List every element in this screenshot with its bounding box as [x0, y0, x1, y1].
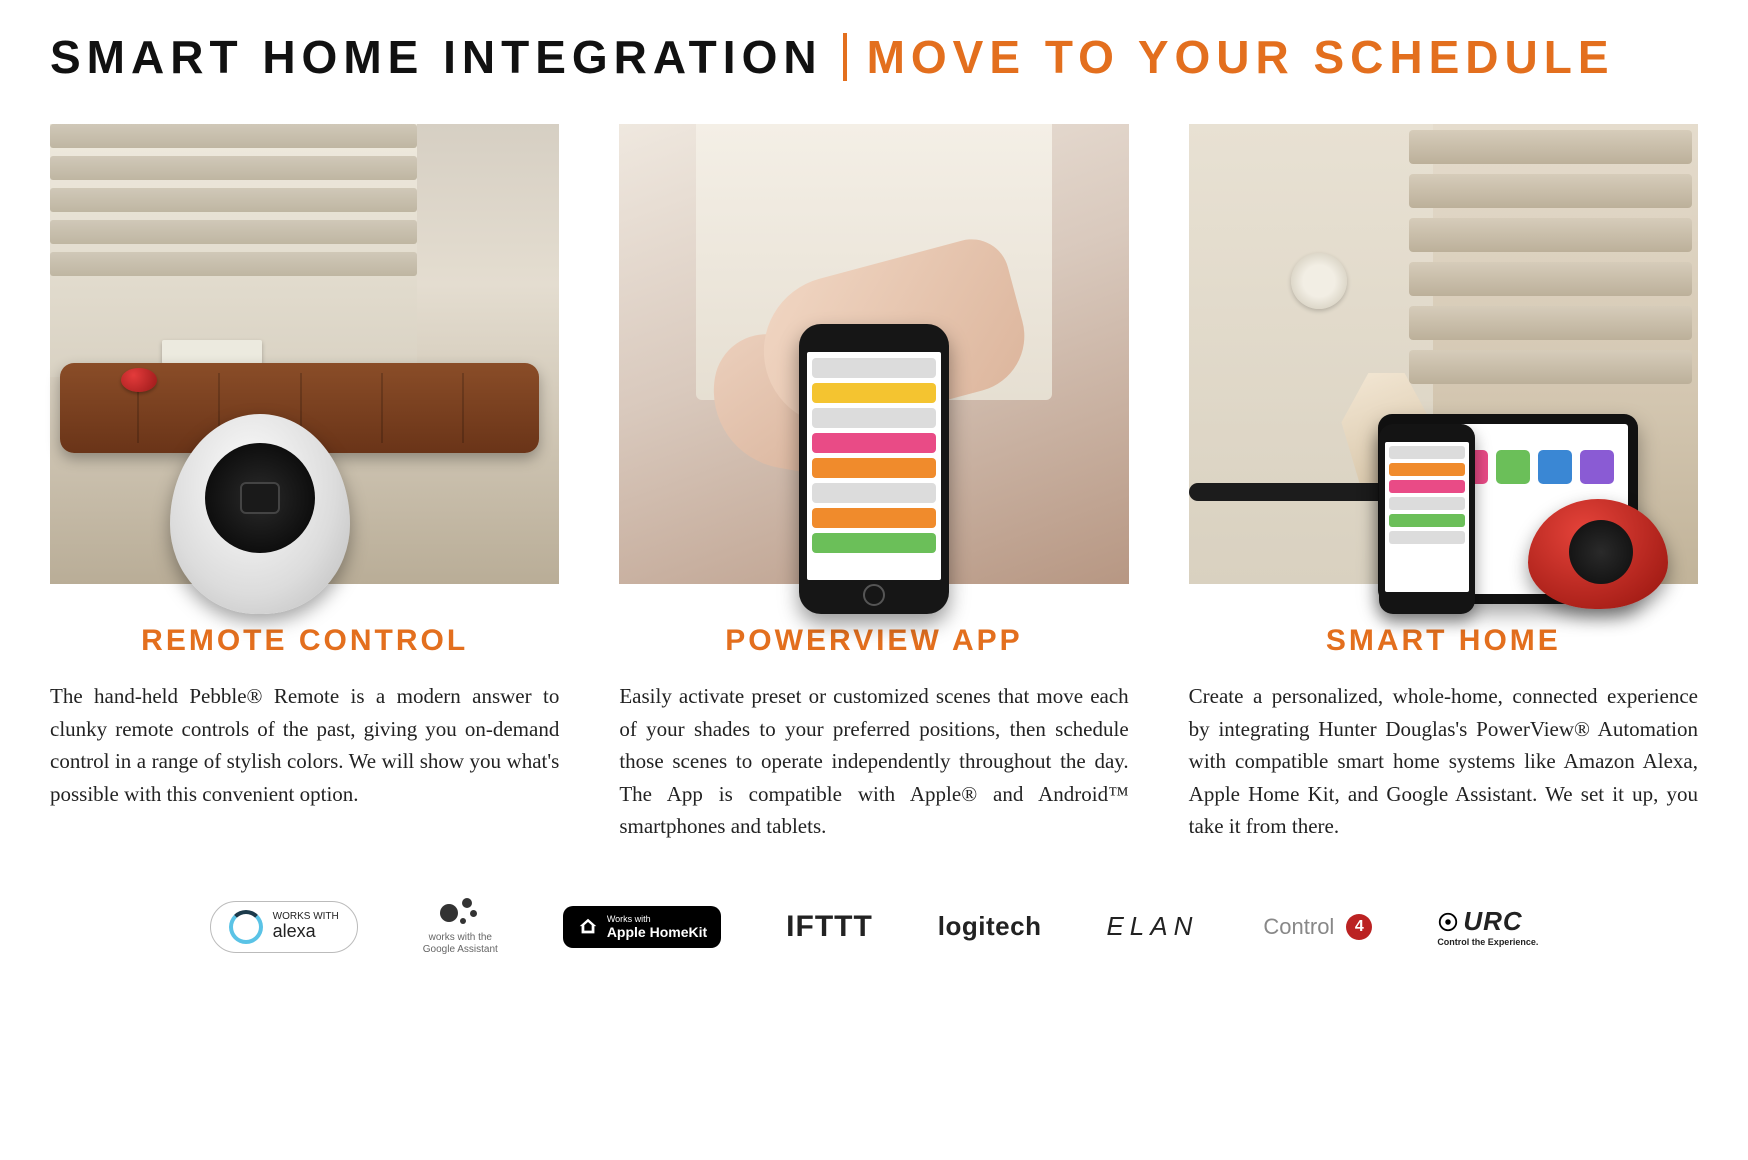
- control4-badge: 4: [1346, 914, 1372, 940]
- headline-left: SMART HOME INTEGRATION: [50, 30, 823, 84]
- logo-alexa: WORKS WITH alexa: [210, 901, 358, 953]
- logo-urc: URC Control the Experience.: [1437, 906, 1538, 947]
- headline-right: MOVE TO YOUR SCHEDULE: [867, 30, 1615, 84]
- ga-line1: works with the: [423, 932, 498, 944]
- urc-gear-icon: [1437, 911, 1459, 933]
- pebble-remote-small-icon: [121, 368, 157, 392]
- logo-logitech: logitech: [938, 911, 1042, 942]
- image-remote-control: [50, 124, 559, 584]
- headline-divider: [843, 33, 847, 81]
- card-body-remote: The hand-held Pebble® Remote is a modern…: [50, 680, 559, 810]
- card-title-remote: REMOTE CONTROL: [50, 624, 559, 658]
- ga-line2: Google Assistant: [423, 944, 498, 956]
- image-smart-home: [1189, 124, 1698, 584]
- card-body-app: Easily activate preset or customized sce…: [619, 680, 1128, 843]
- feature-columns: REMOTE CONTROL The hand-held Pebble® Rem…: [50, 124, 1698, 843]
- logo-google-assistant: works with the Google Assistant: [423, 898, 498, 956]
- book-icon: [162, 340, 262, 364]
- card-body-smarthome: Create a personalized, whole-home, conne…: [1189, 680, 1698, 843]
- logo-control4: Control 4: [1263, 914, 1372, 940]
- smartphone-mini-icon: [1379, 424, 1475, 614]
- urc-main: URC: [1463, 906, 1522, 937]
- smartphone-icon: [799, 324, 949, 614]
- homekit-line1: Works with: [607, 914, 707, 924]
- feature-smart-home: SMART HOME Create a personalized, whole-…: [1189, 124, 1698, 843]
- logo-apple-homekit: Works with Apple HomeKit: [563, 906, 721, 948]
- card-title-smarthome: SMART HOME: [1189, 624, 1698, 658]
- feature-powerview-app: POWERVIEW APP Easily activate preset or …: [619, 124, 1128, 843]
- alexa-ring-icon: [229, 910, 263, 944]
- image-powerview-app: [619, 124, 1128, 584]
- home-icon: [577, 916, 599, 938]
- control4-text: Control: [1263, 914, 1334, 940]
- card-title-app: POWERVIEW APP: [619, 624, 1128, 658]
- thermostat-icon: [1291, 253, 1347, 309]
- homekit-line2: Apple HomeKit: [607, 924, 707, 940]
- logo-ifttt: IFTTT: [786, 910, 873, 944]
- page-headline: SMART HOME INTEGRATION MOVE TO YOUR SCHE…: [50, 30, 1698, 84]
- google-dots-icon: [440, 898, 480, 928]
- urc-sub: Control the Experience.: [1437, 937, 1538, 947]
- partner-logos: WORKS WITH alexa works with the Google A…: [50, 898, 1698, 956]
- alexa-line2: alexa: [273, 922, 339, 942]
- feature-remote-control: REMOTE CONTROL The hand-held Pebble® Rem…: [50, 124, 559, 843]
- logo-elan: ELAN: [1106, 911, 1198, 942]
